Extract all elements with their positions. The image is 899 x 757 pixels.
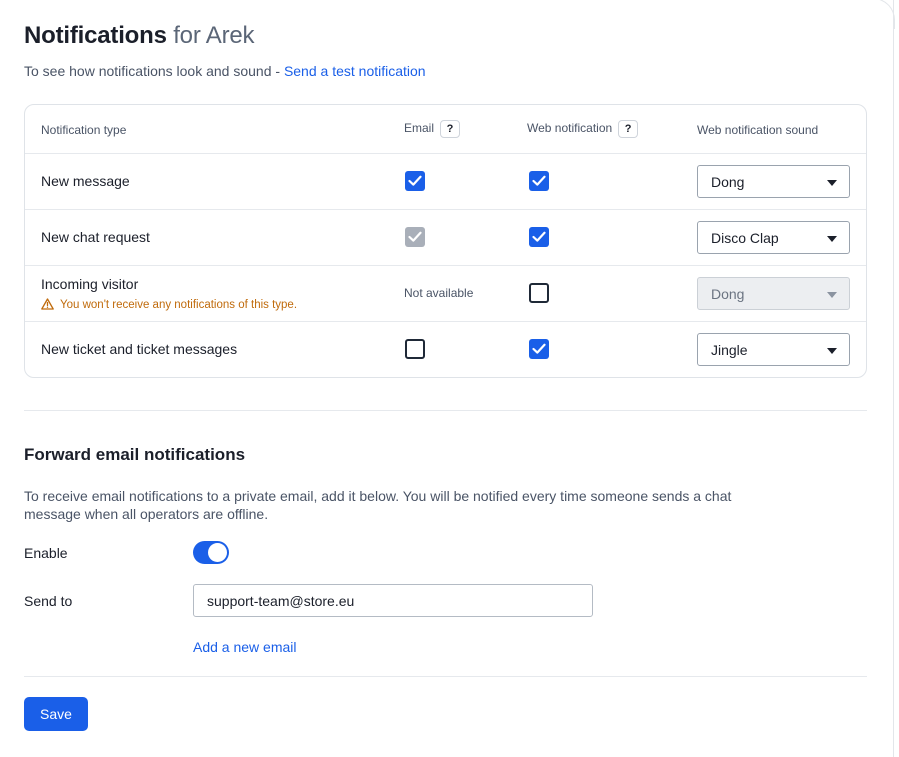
check-icon bbox=[408, 231, 422, 242]
table-row: New message Dong bbox=[25, 154, 866, 210]
footer-divider bbox=[24, 676, 867, 677]
page-subtitle: To see how notifications look and sound … bbox=[24, 63, 426, 79]
send-test-notification-link[interactable]: Send a test notification bbox=[284, 63, 426, 79]
sound-select-value: Jingle bbox=[711, 342, 748, 358]
check-icon bbox=[532, 231, 546, 242]
web-checkbox[interactable] bbox=[529, 283, 549, 303]
warning-icon bbox=[41, 298, 54, 310]
enable-toggle[interactable] bbox=[193, 541, 229, 564]
web-checkbox[interactable] bbox=[529, 171, 549, 191]
row-label: New ticket and ticket messages bbox=[41, 341, 238, 357]
check-icon bbox=[532, 343, 546, 354]
email-checkbox-disabled bbox=[405, 227, 425, 247]
table-row: Incoming visitor You won't receive any n… bbox=[25, 266, 866, 322]
row-label: New message bbox=[41, 173, 130, 189]
web-checkbox[interactable] bbox=[529, 339, 549, 359]
send-to-email-input[interactable] bbox=[193, 584, 593, 617]
row-label: New chat request bbox=[41, 229, 150, 245]
chevron-down-icon bbox=[827, 292, 837, 298]
chevron-down-icon bbox=[827, 236, 837, 242]
notifications-table: Notification type Email? Web notificatio… bbox=[24, 104, 867, 378]
page-title: Notifications for Arek bbox=[24, 22, 255, 50]
subtitle-text: To see how notifications look and sound … bbox=[24, 63, 284, 79]
web-checkbox[interactable] bbox=[529, 227, 549, 247]
email-help-icon[interactable]: ? bbox=[440, 120, 461, 138]
row-warning: You won't receive any notifications of t… bbox=[41, 298, 297, 311]
sound-select-disabled: Dong bbox=[697, 277, 850, 310]
page-title-main: Notifications bbox=[24, 22, 167, 49]
panel-border bbox=[893, 0, 894, 757]
check-icon bbox=[408, 175, 422, 186]
chevron-down-icon bbox=[827, 348, 837, 354]
add-new-email-link[interactable]: Add a new email bbox=[193, 639, 297, 655]
sound-select-value: Dong bbox=[711, 174, 745, 190]
web-help-icon[interactable]: ? bbox=[618, 120, 639, 138]
toggle-knob bbox=[208, 543, 227, 562]
table-row: New chat request Disco Clap bbox=[25, 210, 866, 266]
page-title-user: for Arek bbox=[173, 22, 255, 49]
sound-select[interactable]: Jingle bbox=[697, 333, 850, 366]
sound-select-value: Disco Clap bbox=[711, 230, 779, 246]
enable-label: Enable bbox=[24, 545, 68, 561]
column-header-web-label: Web notification bbox=[527, 121, 613, 136]
forward-description: To receive email notifications to a priv… bbox=[24, 488, 732, 522]
column-header-web: Web notification? bbox=[527, 120, 639, 138]
chevron-down-icon bbox=[827, 180, 837, 186]
column-header-email-label: Email bbox=[404, 121, 435, 136]
sound-select[interactable]: Disco Clap bbox=[697, 221, 850, 254]
column-header-email: Email? bbox=[404, 120, 461, 138]
table-row: New ticket and ticket messages Jingle bbox=[25, 322, 866, 377]
column-header-type: Notification type bbox=[41, 123, 127, 137]
sound-select-value: Dong bbox=[711, 286, 745, 302]
email-checkbox[interactable] bbox=[405, 171, 425, 191]
forward-section-title: Forward email notifications bbox=[24, 445, 246, 464]
send-to-label: Send to bbox=[24, 593, 73, 609]
save-button[interactable]: Save bbox=[24, 697, 88, 731]
row-warning-text: You won't receive any notifications of t… bbox=[60, 299, 298, 311]
email-checkbox[interactable] bbox=[405, 339, 425, 359]
sound-select[interactable]: Dong bbox=[697, 165, 850, 198]
column-header-sound: Web notification sound bbox=[697, 123, 819, 137]
email-not-available: Not available bbox=[404, 286, 474, 300]
row-label: Incoming visitor bbox=[41, 276, 139, 292]
panel-corner bbox=[860, 0, 895, 29]
section-divider bbox=[24, 410, 867, 411]
check-icon bbox=[532, 175, 546, 186]
table-header: Notification type Email? Web notificatio… bbox=[25, 105, 866, 154]
